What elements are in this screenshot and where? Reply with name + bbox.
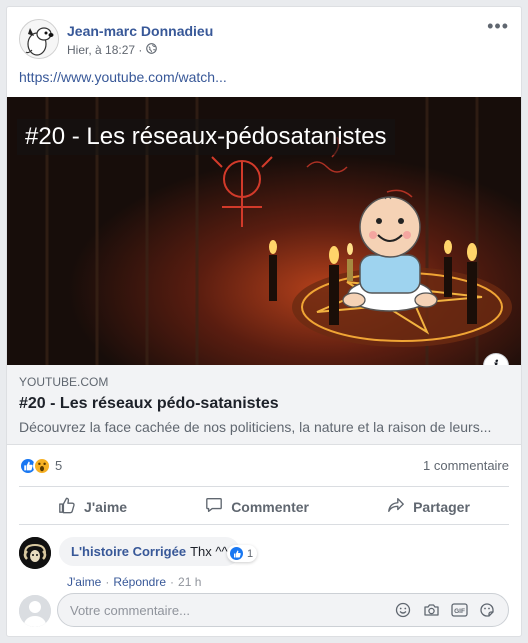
post-link[interactable]: https://www.youtube.com/watch... [19, 69, 227, 85]
comment-time[interactable]: 21 h [178, 575, 201, 589]
comment-input[interactable] [70, 602, 394, 618]
comment-text: Thx ^^ [190, 544, 228, 559]
sticker-icon[interactable] [478, 601, 496, 619]
comment-like-badge[interactable]: 1 [227, 545, 258, 562]
gif-icon[interactable]: GIF [450, 601, 468, 619]
comment-bubble: L'histoire Corrigée Thx ^^ [59, 537, 240, 566]
comment-icon [205, 496, 223, 517]
thumbnail-title: #20 - Les réseaux-pédosatanistes [17, 119, 395, 155]
commenter-avatar[interactable] [19, 537, 51, 569]
comment-label: Commenter [231, 498, 309, 515]
post-header: Jean-marc Donnadieu Hier, à 18:27 · ••• [19, 17, 509, 61]
like-button[interactable]: J'aime [48, 490, 137, 523]
comment-item: L'histoire Corrigée Thx ^^ 1 J'aime · Ré… [19, 535, 509, 589]
share-label: Partager [413, 498, 470, 515]
author-avatar[interactable] [19, 19, 59, 59]
more-icon[interactable]: ••• [487, 17, 509, 35]
link-title[interactable]: #20 - Les réseaux pédo-satanistes [19, 395, 509, 413]
globe-icon [146, 43, 158, 57]
post-meta: Hier, à 18:27 · [67, 43, 158, 57]
comment-count[interactable]: 1 commentaire [423, 458, 509, 473]
separator: · [170, 575, 175, 589]
link-description: Découvrez la face cachée de nos politici… [19, 419, 492, 435]
post-time[interactable]: Hier, à 18:27 · [67, 43, 142, 57]
share-button[interactable]: Partager [377, 490, 480, 523]
link-domain: YOUTUBE.COM [19, 375, 109, 389]
comment-like-count: 1 [247, 547, 254, 560]
comment-actions: J'aime · Répondre · 21 h [67, 575, 201, 589]
like-reaction-icon [229, 546, 244, 561]
commenter-name[interactable]: L'histoire Corrigée [71, 544, 186, 559]
composer-tools: GIF [394, 601, 496, 619]
current-user-avatar [19, 595, 51, 627]
comment-like-link[interactable]: J'aime [67, 575, 101, 589]
post-stats: 5 1 commentaire [19, 453, 509, 487]
action-bar: J'aime Commenter Partager [19, 489, 509, 525]
link-info[interactable]: YOUTUBE.COM #20 - Les réseaux pédo-satan… [7, 365, 521, 445]
comment-reply-link[interactable]: Répondre [113, 575, 166, 589]
thumb-up-icon [58, 496, 76, 517]
like-label: J'aime [84, 498, 128, 515]
share-icon [387, 496, 405, 517]
svg-text:GIF: GIF [454, 608, 465, 615]
reaction-count: 5 [55, 458, 63, 473]
emoji-icon[interactable] [394, 601, 412, 619]
comment-composer: GIF [19, 593, 509, 629]
video-thumbnail[interactable]: #20 - Les réseaux-pédosatanistes [7, 97, 521, 365]
post-card: Jean-marc Donnadieu Hier, à 18:27 · ••• … [6, 6, 522, 637]
author-name[interactable]: Jean-marc Donnadieu [67, 23, 213, 39]
separator: · [105, 575, 110, 589]
comment-button[interactable]: Commenter [195, 490, 319, 523]
wow-reaction-icon [33, 456, 51, 475]
reaction-summary[interactable]: 5 [19, 456, 63, 475]
comment-input-box: GIF [57, 593, 509, 627]
camera-icon[interactable] [422, 601, 440, 619]
